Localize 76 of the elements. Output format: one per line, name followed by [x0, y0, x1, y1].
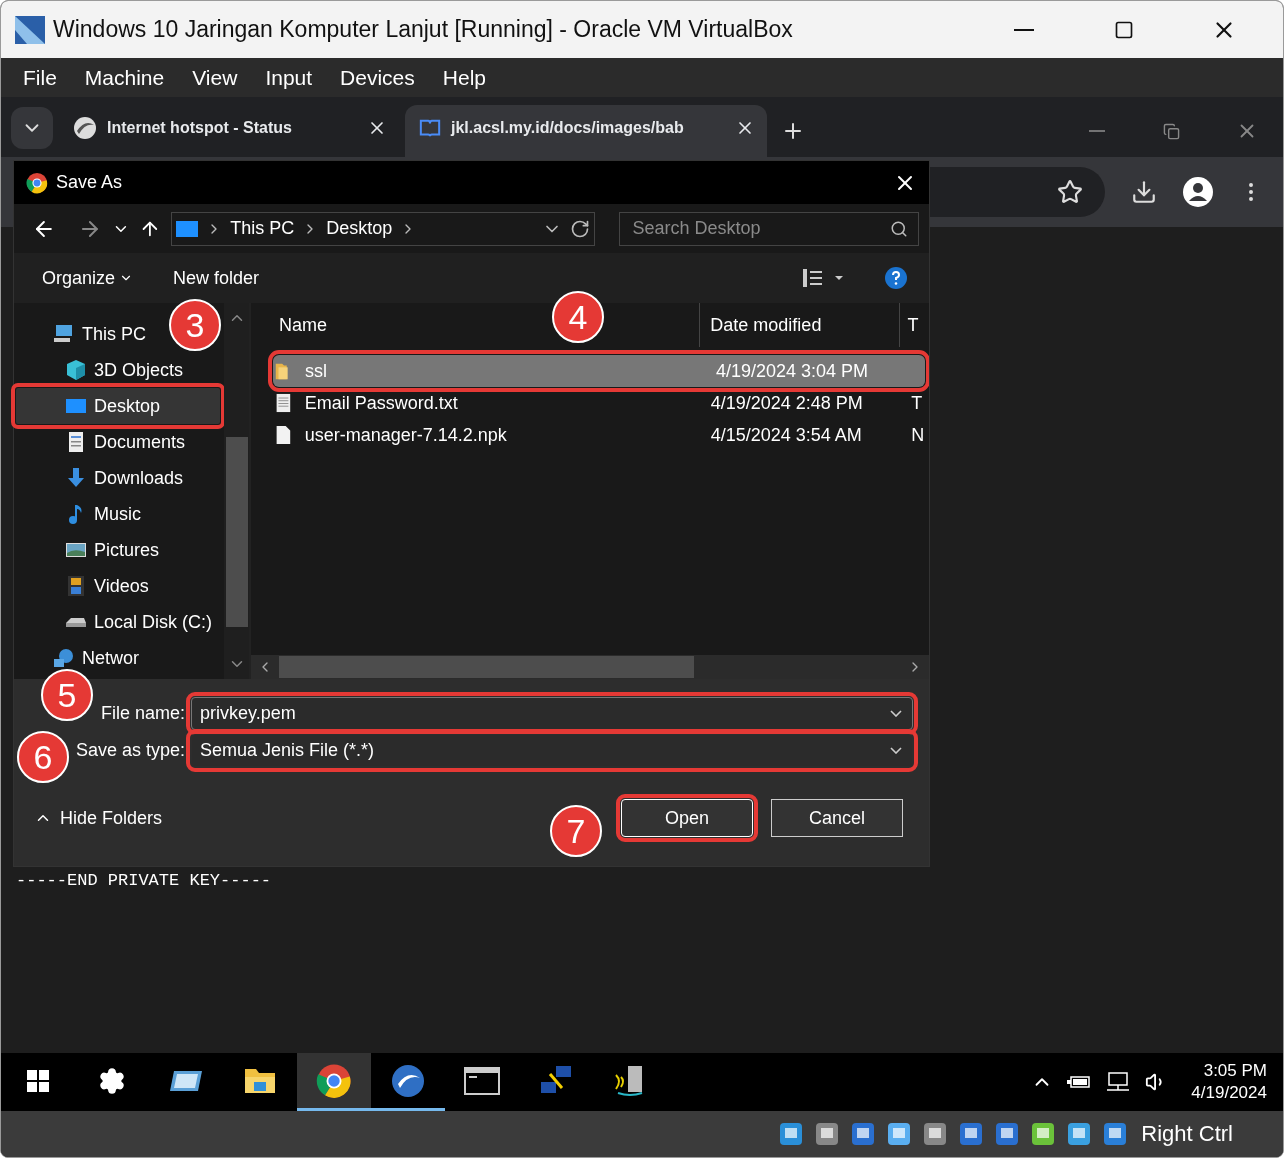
file-type: T — [911, 392, 924, 414]
breadcrumb-item[interactable]: This PC — [230, 218, 295, 239]
search-input[interactable]: Search Desktop — [630, 217, 890, 240]
file-name: ssl — [305, 360, 328, 382]
view-options-icon[interactable] — [801, 268, 845, 288]
column-header[interactable]: Date modified — [700, 303, 900, 347]
file-date: 4/19/2024 3:04 PM — [716, 360, 870, 382]
host-key-label: Right Ctrl — [1141, 1121, 1233, 1147]
file-date: 4/19/2024 2:48 PM — [710, 392, 864, 414]
minimize-icon — [1089, 130, 1105, 132]
menu-item[interactable]: Devices — [326, 65, 429, 90]
nav-item[interactable]: Downloads — [16, 460, 192, 496]
nav-item[interactable]: Music — [16, 496, 149, 532]
app-icon — [73, 116, 97, 140]
virtualbox-logo-icon — [13, 13, 47, 46]
browser-tab[interactable]: Internet hotspot - Status — [59, 105, 399, 157]
dialog-title: Save As — [56, 172, 124, 193]
chevron-down-icon — [890, 710, 902, 717]
help-icon[interactable] — [885, 267, 907, 289]
tab-list-button[interactable] — [11, 107, 53, 149]
clock-time: 3:05 PM — [1203, 1061, 1267, 1081]
app-icon — [391, 1063, 425, 1098]
book-icon — [419, 117, 441, 139]
windows-logo-icon — [26, 1068, 50, 1093]
refresh-icon[interactable] — [570, 218, 591, 239]
nav-item[interactable]: Pictures — [16, 532, 168, 568]
scrollbar-thumb[interactable] — [225, 437, 248, 627]
field-label: File name: — [100, 703, 185, 724]
taskbar-button[interactable] — [297, 1053, 371, 1111]
battery-icon — [1067, 1074, 1092, 1090]
desktop-icon — [176, 219, 199, 238]
cube-icon — [64, 358, 88, 382]
scrollbar-thumb[interactable] — [279, 656, 694, 678]
address-field[interactable]: This PC Desktop — [171, 211, 596, 246]
maximize-icon — [1114, 19, 1134, 40]
organize-button[interactable]: Organize — [42, 267, 134, 289]
terminal-icon — [464, 1066, 500, 1095]
menu-item[interactable]: Machine — [70, 65, 179, 90]
field-label: Save as type: — [75, 740, 185, 761]
chrome-logo-icon — [26, 171, 48, 194]
new-folder-button[interactable]: New folder — [173, 267, 260, 289]
column-header[interactable]: T — [899, 303, 929, 347]
browser-tab[interactable]: jkl.acsl.my.id/docs/images/bab — [405, 105, 767, 157]
network-icon — [1105, 1072, 1132, 1092]
nav-item[interactable]: Documents — [16, 424, 194, 460]
settings-icon — [98, 1066, 126, 1095]
breadcrumb-item[interactable]: Desktop — [326, 218, 393, 239]
search-field[interactable]: Search Desktop — [619, 211, 919, 246]
nav-item[interactable]: 3D Objects — [16, 352, 192, 388]
clock-date: 4/19/2024 — [1191, 1083, 1267, 1103]
file-row[interactable]: Email Password.txt 4/19/2024 2:48 PM T — [273, 387, 925, 419]
download-icon[interactable] — [1131, 179, 1157, 205]
chevron-down-icon — [890, 747, 902, 754]
search-icon — [890, 219, 908, 238]
menu-item[interactable]: File — [9, 65, 71, 90]
nav-item[interactable]: Videos — [16, 568, 157, 604]
terminal-text: -----END PRIVATE KEY----- — [16, 871, 272, 890]
cancel-button[interactable]: Cancel — [771, 799, 903, 837]
file-type: N — [911, 424, 925, 446]
file-date: 4/15/2024 3:54 AM — [710, 424, 863, 446]
drive-icon — [64, 616, 88, 628]
file-name: Email Password.txt — [304, 392, 459, 414]
minimize-icon — [1014, 28, 1034, 31]
restore-icon — [1162, 122, 1180, 140]
chrome-logo-icon — [316, 1062, 352, 1099]
window-title: Windows 10 Jaringan Komputer Lanjut [Running] - Oracle VM VirtualBox — [53, 16, 794, 43]
globe-icon — [52, 646, 76, 670]
profile-icon[interactable] — [1183, 177, 1213, 207]
menu-item[interactable]: View — [178, 65, 252, 90]
file-row[interactable]: user-manager-7.14.2.npk 4/15/2024 3:54 AM N — [273, 419, 925, 451]
nav-item[interactable]: Local Disk (C:) — [16, 604, 221, 640]
file-name: user-manager-7.14.2.npk — [304, 424, 508, 446]
bookmark-star-icon[interactable] — [1057, 179, 1083, 205]
nav-item[interactable]: This PC — [16, 316, 154, 352]
menu-item[interactable]: Help — [428, 65, 500, 90]
menu-item[interactable]: Input — [251, 65, 327, 90]
